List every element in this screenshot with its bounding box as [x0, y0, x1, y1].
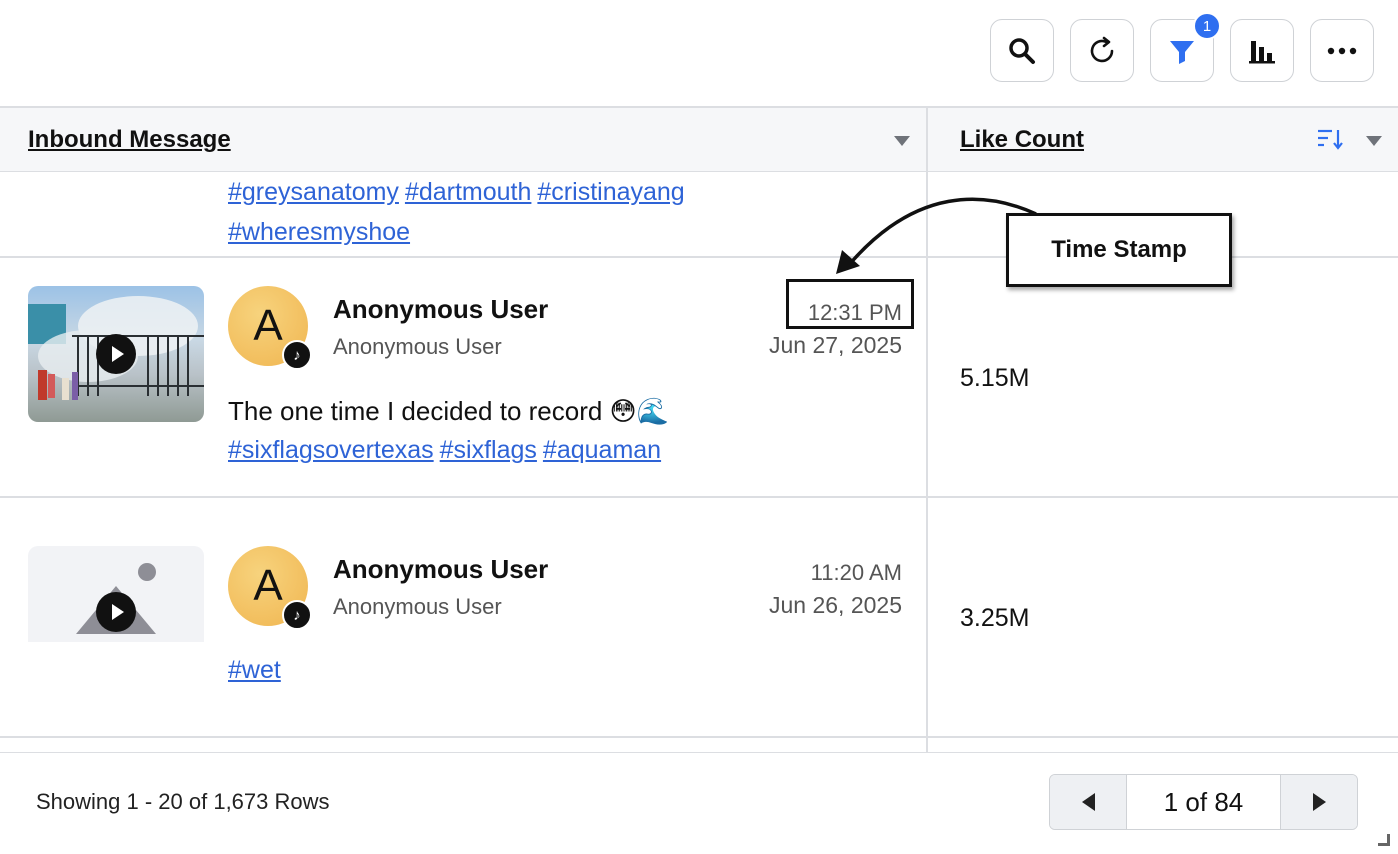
user-handle: Anonymous User: [333, 334, 502, 359]
message-time: 11:20 AM: [810, 560, 902, 585]
play-icon[interactable]: [96, 592, 136, 632]
hashtag-link[interactable]: #wet: [228, 656, 281, 684]
filter-button[interactable]: 1: [1150, 12, 1221, 82]
user-name[interactable]: Anonymous User: [333, 294, 548, 325]
refresh-button[interactable]: [1070, 19, 1134, 82]
sort-descending-icon[interactable]: [1316, 128, 1344, 150]
filter-icon: [1170, 40, 1194, 64]
user-handle: Anonymous User: [333, 594, 502, 619]
table-row[interactable]: A ♪ Anonymous User Anonymous User 12:31 …: [0, 258, 1398, 498]
refresh-icon: [1090, 36, 1114, 62]
search-icon: [1009, 37, 1035, 64]
tiktok-icon: ♪: [282, 600, 312, 630]
hashtag-list: #sixflagsovertexas #sixflags #aquaman: [228, 430, 908, 470]
chevron-down-icon[interactable]: [1366, 136, 1382, 146]
page-indicator[interactable]: 1 of 84: [1126, 775, 1281, 829]
hashtag-link[interactable]: #wheresmyshoe: [228, 218, 410, 246]
row-count-summary: Showing 1 - 20 of 1,673 Rows: [36, 789, 330, 814]
annotation-highlight-box: [786, 279, 914, 329]
chart-button[interactable]: [1230, 19, 1294, 82]
user-name[interactable]: Anonymous User: [333, 554, 548, 585]
video-thumbnail[interactable]: [28, 286, 204, 422]
message-date: Jun 26, 2025: [768, 592, 902, 618]
data-table: Inbound Message Like Count #greysanatomy…: [0, 106, 1398, 752]
video-thumbnail[interactable]: [28, 546, 204, 642]
hashtag-link[interactable]: #sixflagsovertexas: [228, 436, 434, 464]
hashtag-link[interactable]: #cristinayang: [537, 178, 684, 206]
play-icon[interactable]: [96, 334, 136, 374]
previous-page-button[interactable]: [1050, 775, 1126, 829]
hashtag-link[interactable]: #dartmouth: [405, 178, 531, 206]
hashtag-list: #greysanatomy #dartmouth #cristinayang #wh…: [228, 172, 908, 252]
like-count: 3.25M: [960, 604, 1030, 632]
annotation-callout: Time Stamp: [1006, 213, 1232, 287]
message-text: The one time I decided to record 😳🌊: [228, 396, 670, 426]
bar-chart-icon: [1249, 40, 1275, 63]
chevron-down-icon[interactable]: [894, 136, 910, 146]
column-header-like-count[interactable]: Like Count: [960, 108, 1084, 172]
table-row[interactable]: A ♪ Anonymous User Anonymous User 11:20 …: [0, 498, 1398, 738]
table-footer: Showing 1 - 20 of 1,673 Rows 1 of 84: [0, 752, 1398, 854]
search-button[interactable]: [990, 19, 1054, 82]
resize-handle-icon[interactable]: [1378, 834, 1390, 846]
next-page-button[interactable]: [1281, 775, 1357, 829]
tiktok-icon: ♪: [282, 340, 312, 370]
more-icon: [1327, 47, 1357, 54]
toolbar: 1: [0, 0, 1398, 106]
pagination: 1 of 84: [1049, 774, 1358, 830]
hashtag-link[interactable]: #aquaman: [543, 436, 661, 464]
hashtag-link[interactable]: #sixflags: [440, 436, 537, 464]
table-header: Inbound Message Like Count: [0, 108, 1398, 172]
more-options-button[interactable]: [1310, 19, 1374, 82]
column-header-inbound-message[interactable]: Inbound Message: [28, 108, 231, 172]
like-count: 5.15M: [960, 364, 1030, 392]
filter-count-badge: 1: [1193, 12, 1221, 40]
hashtag-link[interactable]: #greysanatomy: [228, 178, 399, 206]
hashtag-list: #wet: [228, 650, 908, 690]
message-date: Jun 27, 2025: [768, 332, 902, 358]
